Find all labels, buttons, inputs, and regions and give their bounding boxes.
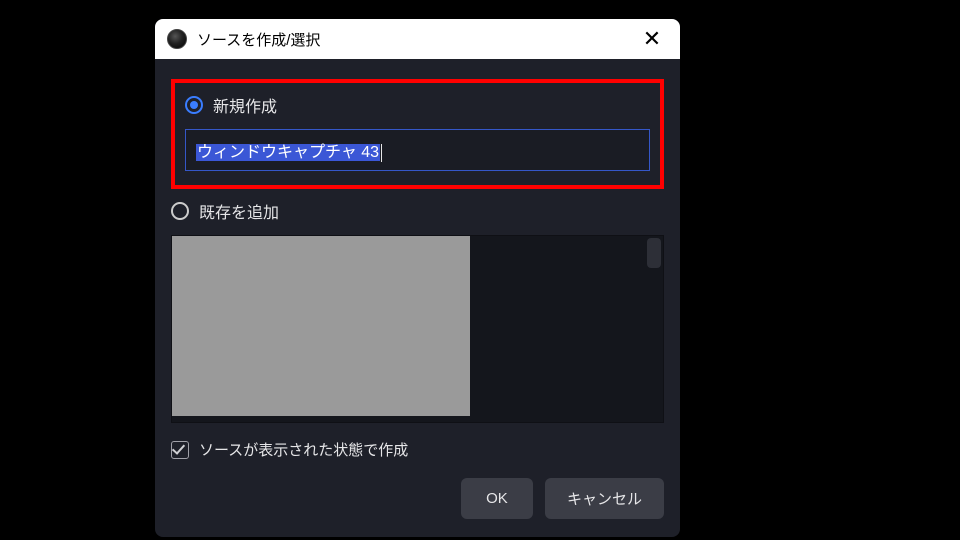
radio-create-new-label: 新規作成 [213, 93, 277, 117]
checkbox-icon [171, 441, 189, 459]
cancel-button[interactable]: キャンセル [545, 478, 664, 519]
radio-add-existing-label: 既存を追加 [199, 199, 279, 223]
make-visible-checkbox-row[interactable]: ソースが表示された状態で作成 [171, 439, 664, 460]
make-visible-label: ソースが表示された状態で作成 [199, 439, 408, 460]
text-caret [381, 144, 382, 162]
dialog-titlebar: ソースを作成/選択 ✕ [155, 19, 680, 59]
radio-icon [185, 96, 203, 114]
source-name-value: ウィンドウキャプチャ 43 [196, 144, 380, 161]
close-button[interactable]: ✕ [636, 23, 668, 55]
dialog-title: ソースを作成/選択 [197, 29, 636, 50]
radio-create-new[interactable]: 新規作成 [185, 93, 650, 117]
annotation-highlight: 新規作成 ウィンドウキャプチャ 43 [171, 79, 664, 189]
source-thumbnail [172, 236, 470, 416]
scrollbar-thumb[interactable] [647, 238, 661, 268]
source-name-input[interactable]: ウィンドウキャプチャ 43 [185, 129, 650, 171]
dialog-body: 新規作成 ウィンドウキャプチャ 43 既存を追加 ソースが表示された状態で作成 … [155, 59, 680, 537]
obs-icon [167, 29, 187, 49]
radio-add-existing[interactable]: 既存を追加 [171, 199, 664, 223]
create-select-source-dialog: ソースを作成/選択 ✕ 新規作成 ウィンドウキャプチャ 43 既存を追加 ソース… [155, 19, 680, 537]
existing-source-list[interactable] [171, 235, 664, 423]
ok-button[interactable]: OK [461, 478, 533, 519]
dialog-button-row: OK キャンセル [171, 478, 664, 519]
radio-icon [171, 202, 189, 220]
